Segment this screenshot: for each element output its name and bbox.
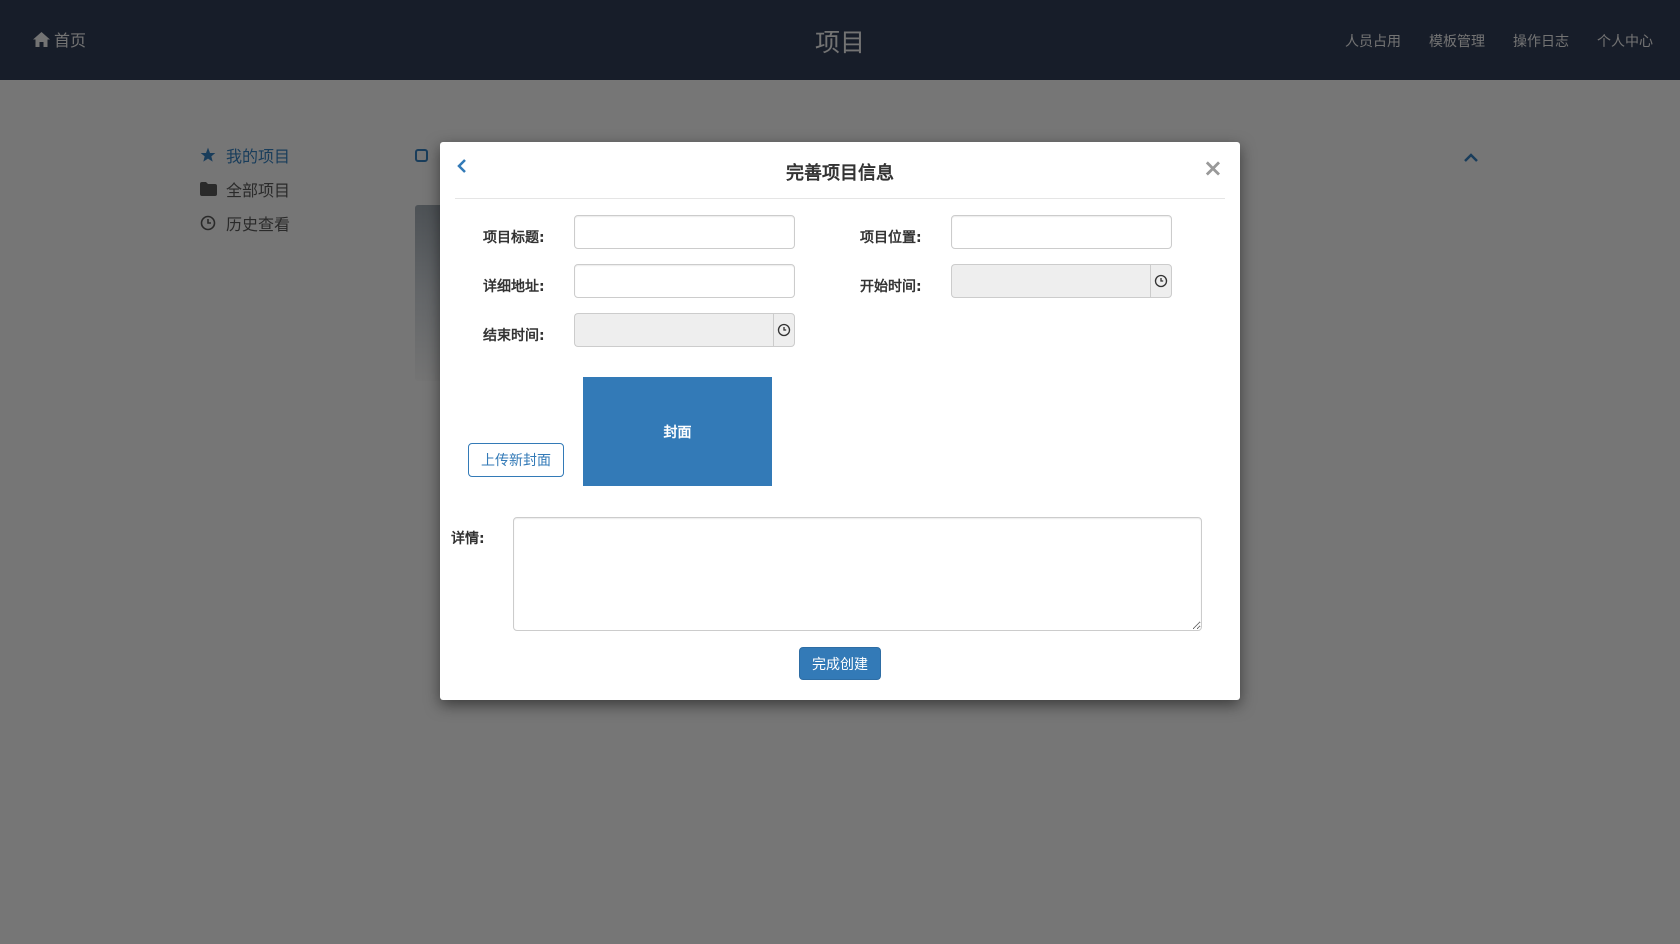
clock-icon — [1154, 274, 1168, 288]
details-textarea[interactable] — [513, 517, 1202, 631]
end-time-picker — [574, 313, 795, 347]
project-location-label: 项目位置: — [860, 230, 922, 246]
detail-address-label: 详细地址: — [483, 279, 545, 295]
end-time-clock-button[interactable] — [773, 313, 795, 347]
project-title-input[interactable] — [574, 215, 795, 249]
project-title-label: 项目标题: — [483, 230, 545, 246]
clock-icon — [777, 323, 791, 337]
end-time-input[interactable] — [574, 313, 773, 347]
modal-header: 完善项目信息 × — [455, 142, 1225, 199]
details-label: 详情: — [451, 531, 485, 547]
start-time-picker — [951, 264, 1172, 298]
complete-creation-button[interactable]: 完成创建 — [799, 647, 881, 680]
start-time-clock-button[interactable] — [1150, 264, 1172, 298]
start-time-label: 开始时间: — [860, 279, 922, 295]
start-time-input[interactable] — [951, 264, 1150, 298]
project-location-input[interactable] — [951, 215, 1172, 249]
project-info-modal: 完善项目信息 × 项目标题: 项目位置: 详细地址: 开始时间: 结束时间: 上… — [440, 142, 1240, 700]
close-icon[interactable]: × — [1203, 156, 1223, 180]
cover-preview: 封面 — [583, 377, 772, 486]
modal-title: 完善项目信息 — [786, 163, 894, 184]
upload-cover-button[interactable]: 上传新封面 — [468, 443, 564, 477]
detail-address-input[interactable] — [574, 264, 795, 298]
end-time-label: 结束时间: — [483, 328, 545, 344]
